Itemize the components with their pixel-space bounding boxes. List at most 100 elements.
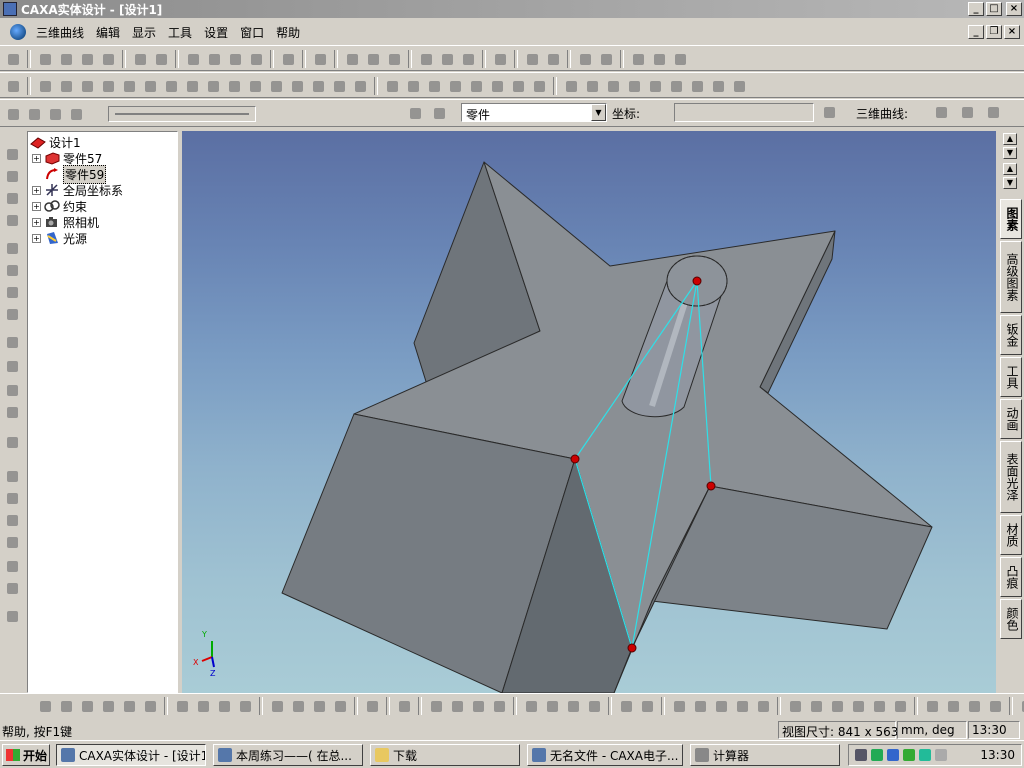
doc-close-button[interactable]: × <box>1004 25 1020 39</box>
feature-tool-icon[interactable] <box>425 77 443 95</box>
view-tool-icon[interactable] <box>3 211 21 229</box>
feature-tool-icon[interactable] <box>225 77 243 95</box>
tree-root[interactable]: 设计1 <box>30 134 81 150</box>
sketch-tool-icon[interactable] <box>807 697 825 715</box>
sketch-tool-icon[interactable] <box>268 697 286 715</box>
sketch-tool-icon[interactable] <box>786 697 804 715</box>
menu-settings[interactable]: 设置 <box>198 24 234 41</box>
sketch-tool-icon[interactable] <box>617 697 635 715</box>
sketch-tool-icon[interactable] <box>891 697 909 715</box>
close-button[interactable]: × <box>1006 2 1022 16</box>
sketch-tool-icon[interactable] <box>331 697 349 715</box>
expand-icon[interactable]: + <box>32 217 41 227</box>
sketch-tool-icon[interactable] <box>965 697 983 715</box>
select-arrow-icon[interactable] <box>406 104 424 122</box>
feature-tool-icon[interactable] <box>267 77 285 95</box>
tab-elements[interactable]: 图素 <box>1000 199 1022 239</box>
sketch-tool-icon[interactable] <box>120 697 138 715</box>
standard-tool-icon[interactable] <box>650 50 668 68</box>
sketch-tool-icon[interactable] <box>944 697 962 715</box>
view-tool-icon[interactable] <box>3 489 21 507</box>
handle-point[interactable] <box>706 481 716 491</box>
expand-icon[interactable]: + <box>32 153 41 163</box>
animation-tool-icon[interactable] <box>46 105 64 123</box>
sketch-tool-icon[interactable] <box>564 697 582 715</box>
coordinate-input[interactable] <box>674 103 814 122</box>
sketch-tool-icon[interactable] <box>490 697 508 715</box>
standard-tool-icon[interactable] <box>131 50 149 68</box>
sketch-tool-icon[interactable] <box>448 697 466 715</box>
tab-sheet-metal[interactable]: 钣金 <box>1000 315 1022 355</box>
feature-tool-icon[interactable] <box>330 77 348 95</box>
menu-display[interactable]: 显示 <box>126 24 162 41</box>
standard-tool-icon[interactable] <box>523 50 541 68</box>
sketch-tool-icon[interactable] <box>754 697 772 715</box>
sketch-tool-icon[interactable] <box>469 697 487 715</box>
sketch-tool-icon[interactable] <box>849 697 867 715</box>
sketch-tool-icon[interactable] <box>638 697 656 715</box>
menu-help[interactable]: 帮助 <box>270 24 306 41</box>
tab-advanced-elements[interactable]: 高级图素 <box>1000 241 1022 313</box>
view-tool-icon[interactable] <box>3 357 21 375</box>
standard-tool-icon[interactable] <box>311 50 329 68</box>
view-tool-icon[interactable] <box>3 433 21 451</box>
sketch-tool-icon[interactable] <box>173 697 191 715</box>
handle-point[interactable] <box>627 643 637 653</box>
feature-tool-icon[interactable] <box>562 77 580 95</box>
tree-item-part59[interactable]: 零件59 <box>32 164 107 184</box>
feature-tool-icon[interactable] <box>467 77 485 95</box>
standard-tool-icon[interactable] <box>671 50 689 68</box>
scroll-down-icon[interactable]: ▼ <box>1003 147 1017 159</box>
menu-tools[interactable]: 工具 <box>162 24 198 41</box>
handle-point[interactable] <box>570 454 580 464</box>
chevron-down-icon[interactable]: ▼ <box>591 104 606 121</box>
tab-tools[interactable]: 工具 <box>1000 357 1022 397</box>
animation-tool-icon[interactable] <box>4 105 22 123</box>
feature-tool-icon[interactable] <box>509 77 527 95</box>
feature-tool-icon[interactable] <box>730 77 748 95</box>
sketch-tool-icon[interactable] <box>36 697 54 715</box>
sketch-tool-icon[interactable] <box>194 697 212 715</box>
3d-viewport[interactable]: Y X Z <box>182 131 996 693</box>
minimize-button[interactable]: _ <box>968 2 984 16</box>
menu-edit[interactable]: 编辑 <box>90 24 126 41</box>
standard-tool-icon[interactable] <box>57 50 75 68</box>
task-downloads[interactable]: 下载 <box>370 744 520 766</box>
standard-tool-icon[interactable] <box>78 50 96 68</box>
sketch-tool-icon[interactable] <box>363 697 381 715</box>
view-tool-icon[interactable] <box>3 381 21 399</box>
sketch-tool-icon[interactable] <box>670 697 688 715</box>
sketch-tool-icon[interactable] <box>215 697 233 715</box>
handle-point[interactable] <box>692 276 702 286</box>
standard-tool-icon[interactable] <box>459 50 477 68</box>
sketch-tool-icon[interactable] <box>870 697 888 715</box>
feature-tool-icon[interactable] <box>246 77 264 95</box>
standard-tool-icon[interactable] <box>544 50 562 68</box>
feature-tool-icon[interactable] <box>288 77 306 95</box>
scroll-up-icon[interactable]: ▲ <box>1003 133 1017 145</box>
view-tool-icon[interactable] <box>3 607 21 625</box>
view-tool-icon[interactable] <box>3 533 21 551</box>
feature-tool-icon[interactable] <box>204 77 222 95</box>
standard-tool-icon[interactable] <box>343 50 361 68</box>
document-icon[interactable] <box>10 24 26 40</box>
sketch-tool-icon[interactable] <box>923 697 941 715</box>
feature-tool-icon[interactable] <box>709 77 727 95</box>
tab-animation[interactable]: 动画 <box>1000 399 1022 439</box>
view-tool-icon[interactable] <box>3 261 21 279</box>
feature-tool-icon[interactable] <box>351 77 369 95</box>
task-caxa-3d[interactable]: CAXA实体设计 - [设计1] <box>56 744 206 766</box>
standard-tool-icon[interactable] <box>99 50 117 68</box>
view-tool-icon[interactable] <box>3 467 21 485</box>
standard-tool-icon[interactable] <box>597 50 615 68</box>
menu-window[interactable]: 窗口 <box>234 24 270 41</box>
tab-materials[interactable]: 材质 <box>1000 515 1022 555</box>
view-tool-icon[interactable] <box>3 167 21 185</box>
sketch-tool-icon[interactable] <box>828 697 846 715</box>
maximize-button[interactable]: □ <box>986 2 1002 16</box>
sketch-tool-icon[interactable] <box>78 697 96 715</box>
tree-item-camera[interactable]: + 照相机 <box>32 214 99 230</box>
menu-3d-curve[interactable]: 三维曲线 <box>30 24 90 41</box>
animation-tool-icon[interactable] <box>25 105 43 123</box>
view-tool-icon[interactable] <box>3 557 21 575</box>
